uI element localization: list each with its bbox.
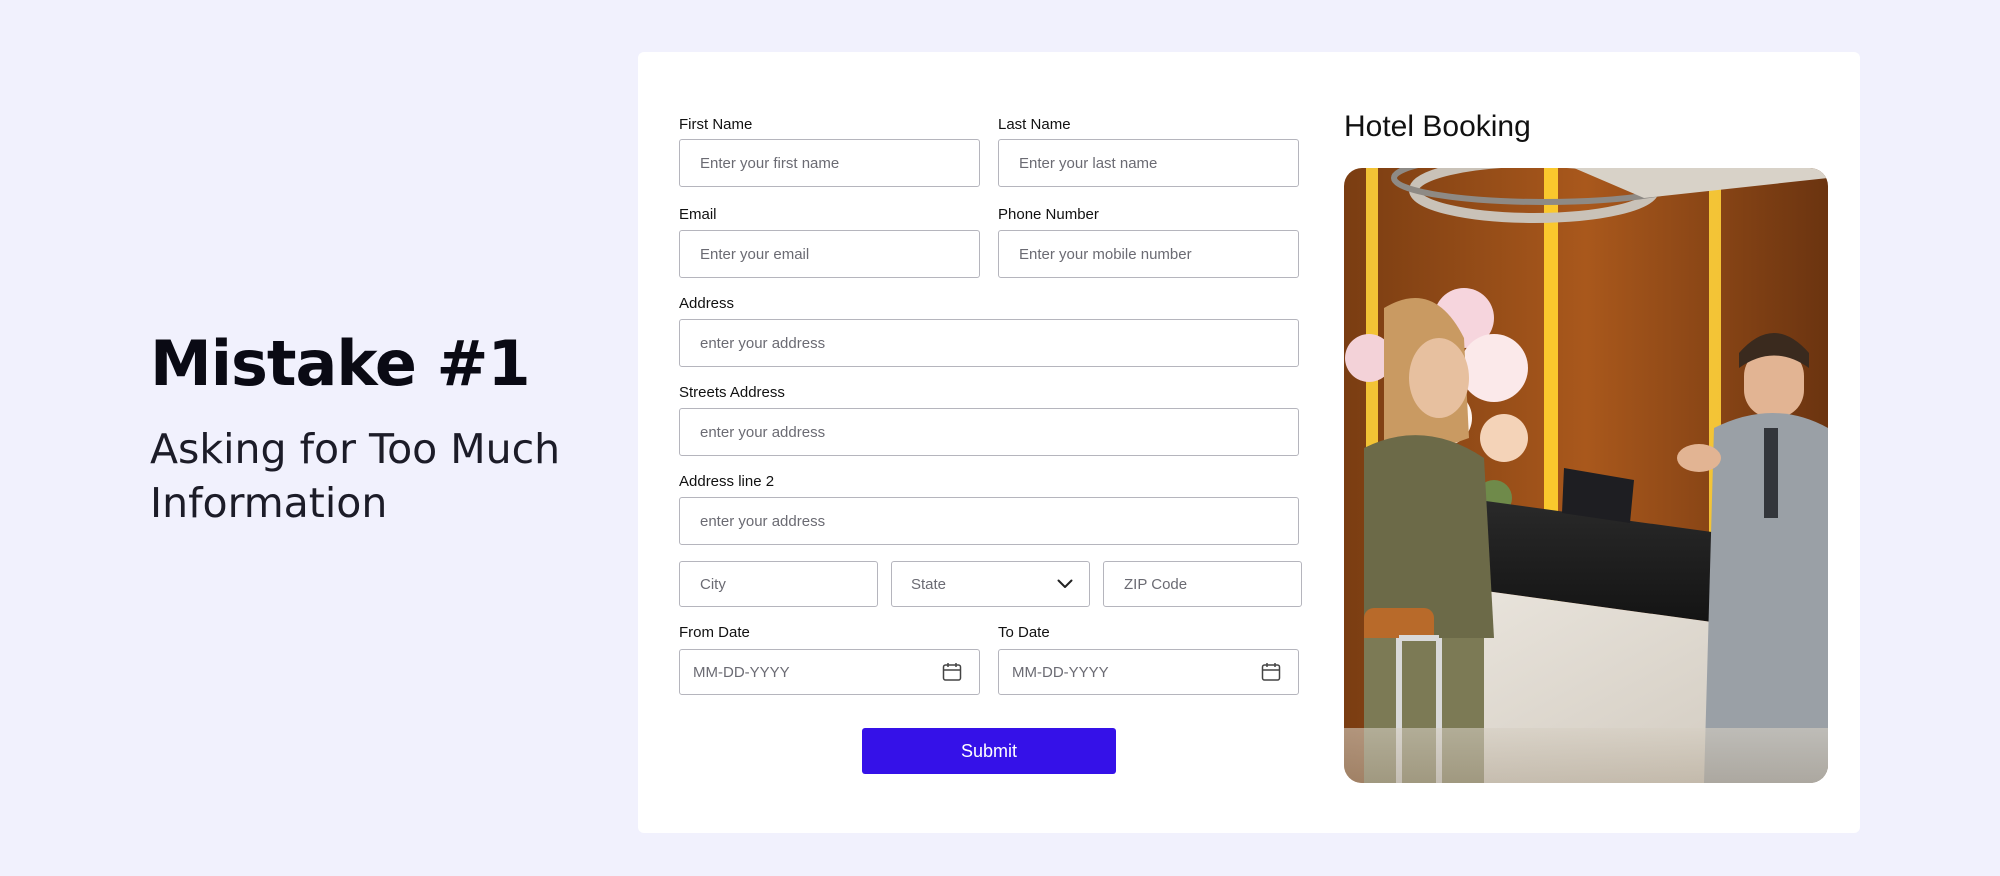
booking-card: First Name Last Name Email Phone Number …	[638, 52, 1860, 833]
submit-button[interactable]: Submit	[862, 728, 1116, 774]
state-select-value: State	[911, 575, 947, 593]
last-name-label: Last Name	[998, 116, 1071, 133]
street-address-input[interactable]	[679, 408, 1299, 456]
city-input[interactable]	[679, 561, 878, 607]
calendar-icon[interactable]	[942, 662, 962, 682]
first-name-label: First Name	[679, 116, 753, 133]
phone-label: Phone Number	[998, 206, 1099, 223]
street-address-label: Streets Address	[679, 384, 785, 401]
page-heading: Mistake #1	[150, 327, 531, 400]
email-input[interactable]	[679, 230, 980, 278]
to-date-label: To Date	[998, 624, 1050, 641]
calendar-icon[interactable]	[1261, 662, 1281, 682]
first-name-input[interactable]	[679, 139, 980, 187]
intro-section: Mistake #1 Asking for Too Much Informati…	[150, 327, 630, 530]
address-line-2-input[interactable]	[679, 497, 1299, 545]
state-select[interactable]: State	[891, 561, 1090, 607]
email-label: Email	[679, 206, 717, 223]
address-label: Address	[679, 295, 735, 312]
phone-input[interactable]	[998, 230, 1299, 278]
chevron-down-icon	[1057, 579, 1073, 588]
page-subheading: Asking for Too Much Information	[150, 425, 561, 528]
hotel-reception-illustration	[1344, 168, 1828, 783]
form-title: Hotel Booking	[1344, 110, 1531, 143]
to-date-input[interactable]	[998, 649, 1299, 695]
zip-code-input[interactable]	[1103, 561, 1302, 607]
hotel-reception-photo	[1344, 168, 1828, 783]
address-input[interactable]	[679, 319, 1299, 367]
from-date-label: From Date	[679, 624, 750, 641]
from-date-input[interactable]	[679, 649, 980, 695]
address-line-2-label: Address line 2	[679, 473, 775, 490]
last-name-input[interactable]	[998, 139, 1299, 187]
